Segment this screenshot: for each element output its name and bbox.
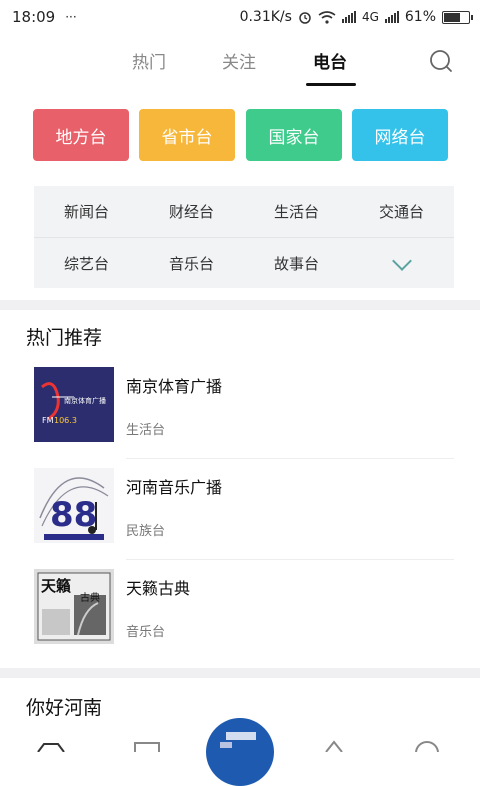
list-item[interactable]: 天籟 古典 天籁古典 音乐台 [34,569,454,661]
station-category: 生活台 [126,423,166,438]
station-category: 音乐台 [126,625,166,640]
library-icon[interactable] [134,742,160,752]
list-item[interactable]: 南京体育广播 FM 106.3 南京体育广播 生活台 [34,367,454,459]
station-category: 民族台 [126,524,166,539]
section2-title: 你好河南 [26,697,103,719]
tab-active-indicator [306,83,356,86]
section-divider [0,668,480,678]
bottom-nav [0,718,480,786]
tab-follow[interactable]: 关注 [222,48,256,73]
category-local-button[interactable]: 地方台 [33,109,129,161]
svg-text:南京体育广播: 南京体育广播 [64,396,106,405]
svg-text:古典: 古典 [80,591,100,604]
station-logo: 88 [34,468,114,543]
status-bar: 18:09 ··· 0.31K/s 4G 61% [0,0,480,34]
svg-text:106.3: 106.3 [54,416,77,425]
station-name: 天籁古典 [126,579,191,598]
discover-icon[interactable] [322,740,346,752]
signal-icon [341,11,356,23]
subcategory-variety[interactable]: 综艺台 [34,253,139,274]
tab-hot[interactable]: 热门 [132,48,166,73]
play-icon [220,732,256,748]
subcategory-life[interactable]: 生活台 [244,201,349,222]
tab-radio[interactable]: 电台 [313,48,347,73]
category-province-button[interactable]: 省市台 [139,109,235,161]
expand-button[interactable] [349,251,454,272]
network-speed: 0.31K/s [239,9,292,25]
top-tabs: 热门 关注 电台 [0,34,480,90]
subcategory-news[interactable]: 新闻台 [34,201,139,222]
subcategory-grid: 新闻台 财经台 生活台 交通台 综艺台 音乐台 故事台 [34,186,454,288]
station-logo: 天籟 古典 [34,569,114,644]
category-network-button[interactable]: 网络台 [352,109,448,161]
chevron-down-icon [391,251,412,271]
subcategory-traffic[interactable]: 交通台 [349,201,454,222]
station-name: 南京体育广播 [126,377,223,396]
category-national-button[interactable]: 国家台 [246,109,342,161]
svg-text:FM: FM [42,416,54,425]
home-icon[interactable] [36,740,66,752]
wifi-icon [318,10,336,24]
item-divider [126,559,454,560]
alarm-icon [299,12,311,24]
play-center-button[interactable] [206,718,274,786]
subcategory-story[interactable]: 故事台 [244,253,349,274]
network-type: 4G [361,10,379,24]
status-dots: ··· [65,10,77,24]
item-divider [126,458,454,459]
section-divider [0,300,480,310]
battery-icon [442,10,473,24]
station-name: 河南音乐广播 [126,478,223,497]
profile-icon[interactable] [414,740,440,752]
hot-section-title: 热门推荐 [26,327,103,349]
list-item[interactable]: 88 河南音乐广播 民族台 [34,468,454,560]
station-logo: 南京体育广播 FM 106.3 [34,367,114,442]
subcategory-finance[interactable]: 财经台 [139,201,244,222]
status-time: 18:09 [12,8,56,26]
signal-icon-2 [384,11,399,23]
search-icon[interactable] [428,48,454,74]
battery-percent: 61% [404,9,436,25]
svg-text:天籟: 天籟 [41,577,72,595]
subcategory-music[interactable]: 音乐台 [139,253,244,274]
